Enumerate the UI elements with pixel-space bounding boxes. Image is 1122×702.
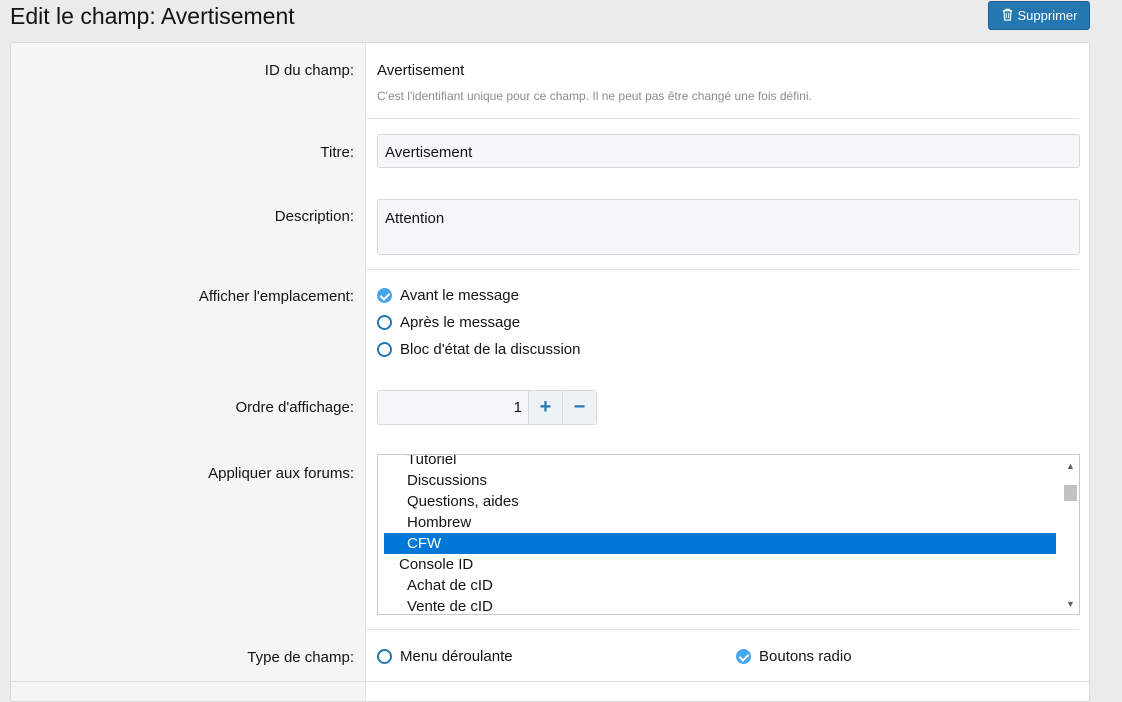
display-order-input[interactable]: 1 <box>378 391 528 424</box>
page-title: Edit le champ: Avertisement <box>10 3 295 29</box>
radio-checked-icon <box>736 649 751 664</box>
plus-icon: + <box>539 396 552 418</box>
radio-before-message[interactable]: Avant le message <box>377 287 519 304</box>
radio-label: Bloc d'état de la discussion <box>400 341 581 358</box>
radio-label: Boutons radio <box>759 648 852 665</box>
forums-multiselect[interactable]: Tutoriel Discussions Questions, aides Ho… <box>377 454 1080 615</box>
title-label: Titre: <box>320 144 354 161</box>
field-id-hint: C'est l'identifiant unique pour ce champ… <box>377 89 812 103</box>
forum-option[interactable]: Questions, aides <box>384 491 1056 512</box>
description-textarea[interactable]: Attention <box>377 199 1080 255</box>
scroll-thumb[interactable] <box>1064 485 1077 501</box>
radio-unchecked-icon <box>377 315 392 330</box>
increment-button[interactable]: + <box>528 391 562 424</box>
minus-icon: − <box>573 396 586 418</box>
description-label: Description: <box>274 208 354 225</box>
radio-label: Menu déroulante <box>400 648 513 665</box>
page-header: Edit le champ: Avertisement Supprimer <box>0 0 1122 42</box>
display-order-label: Ordre d'affichage: <box>235 399 355 416</box>
scroll-up-icon[interactable]: ▲ <box>1062 457 1079 474</box>
label-column <box>11 43 366 701</box>
field-edit-form: ID du champ: Avertisement C'est l'identi… <box>10 42 1090 702</box>
decrement-button[interactable]: − <box>562 391 596 424</box>
divider <box>11 681 1089 682</box>
title-input[interactable]: Avertisement <box>377 134 1080 168</box>
listbox-scrollbar[interactable]: ▲ ▼ <box>1062 455 1079 614</box>
delete-button[interactable]: Supprimer <box>988 1 1090 30</box>
forum-category[interactable]: Console ID <box>384 554 1056 575</box>
display-order-stepper: 1 + − <box>377 390 597 425</box>
divider <box>367 629 1079 630</box>
forum-option[interactable]: Discussions <box>384 470 1056 491</box>
forum-list: Tutoriel Discussions Questions, aides Ho… <box>384 455 1056 614</box>
display-location-label: Afficher l'emplacement: <box>198 288 354 305</box>
field-id-label: ID du champ: <box>264 62 354 79</box>
divider <box>367 269 1079 270</box>
field-id-value: Avertisement <box>377 62 465 79</box>
trash-icon <box>1001 8 1014 24</box>
delete-button-label: Supprimer <box>1017 8 1078 23</box>
radio-unchecked-icon <box>377 342 392 357</box>
radio-thread-status-block[interactable]: Bloc d'état de la discussion <box>377 341 580 358</box>
radio-label: Avant le message <box>400 287 519 304</box>
forum-option[interactable]: Tutoriel <box>384 455 1056 470</box>
forum-option[interactable]: Achat de cID <box>384 575 1056 596</box>
divider <box>367 118 1079 119</box>
radio-radio-buttons[interactable]: Boutons radio <box>736 648 852 665</box>
radio-unchecked-icon <box>377 649 392 664</box>
radio-dropdown-menu[interactable]: Menu déroulante <box>377 648 513 665</box>
forum-option[interactable]: Vente de cID <box>384 596 1056 614</box>
radio-label: Après le message <box>400 314 521 331</box>
radio-after-message[interactable]: Après le message <box>377 314 520 331</box>
radio-checked-icon <box>377 288 392 303</box>
field-type-label: Type de champ: <box>247 649 354 666</box>
forums-label: Appliquer aux forums: <box>208 465 354 482</box>
scroll-down-icon[interactable]: ▼ <box>1062 595 1079 612</box>
forum-option-selected[interactable]: CFW <box>384 533 1056 554</box>
forum-option[interactable]: Hombrew <box>384 512 1056 533</box>
